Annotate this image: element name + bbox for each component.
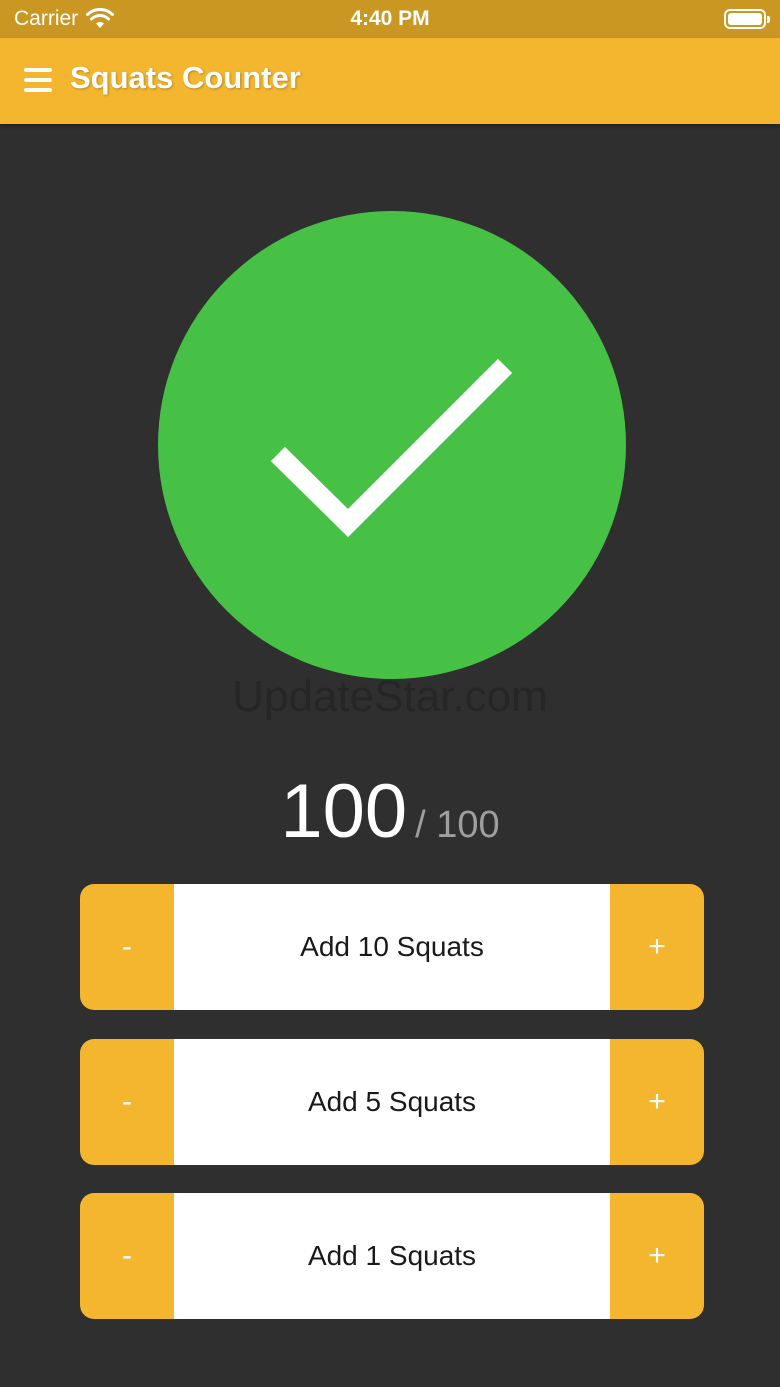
checkmark-icon: [270, 358, 513, 538]
step-label-5[interactable]: Add 5 Squats: [174, 1039, 610, 1165]
status-time: 4:40 PM: [350, 7, 430, 30]
step-row-5: - Add 5 Squats +: [80, 1039, 704, 1165]
step-label-1[interactable]: Add 1 Squats: [174, 1193, 610, 1319]
nav-bar: Squats Counter: [0, 38, 780, 124]
increment-1-button[interactable]: +: [610, 1193, 704, 1319]
decrement-1-button[interactable]: -: [80, 1193, 174, 1319]
watermark: UpdateStar.com: [232, 672, 548, 721]
status-bar: Carrier 4:40 PM: [0, 0, 780, 38]
step-row-1: - Add 1 Squats +: [80, 1193, 704, 1319]
step-row-10: - Add 10 Squats +: [80, 884, 704, 1010]
current-count: 100: [280, 769, 408, 854]
page-title: Squats Counter: [70, 60, 301, 95]
goal-count: / 100: [415, 804, 500, 846]
battery-icon: [724, 9, 770, 29]
step-label-10[interactable]: Add 10 Squats: [174, 884, 610, 1010]
increment-10-button[interactable]: +: [610, 884, 704, 1010]
hamburger-menu-icon[interactable]: [24, 68, 52, 92]
decrement-5-button[interactable]: -: [80, 1039, 174, 1165]
squat-counter: 100/ 100: [0, 768, 780, 855]
decrement-10-button[interactable]: -: [80, 884, 174, 1010]
increment-5-button[interactable]: +: [610, 1039, 704, 1165]
completion-indicator: [158, 211, 626, 679]
